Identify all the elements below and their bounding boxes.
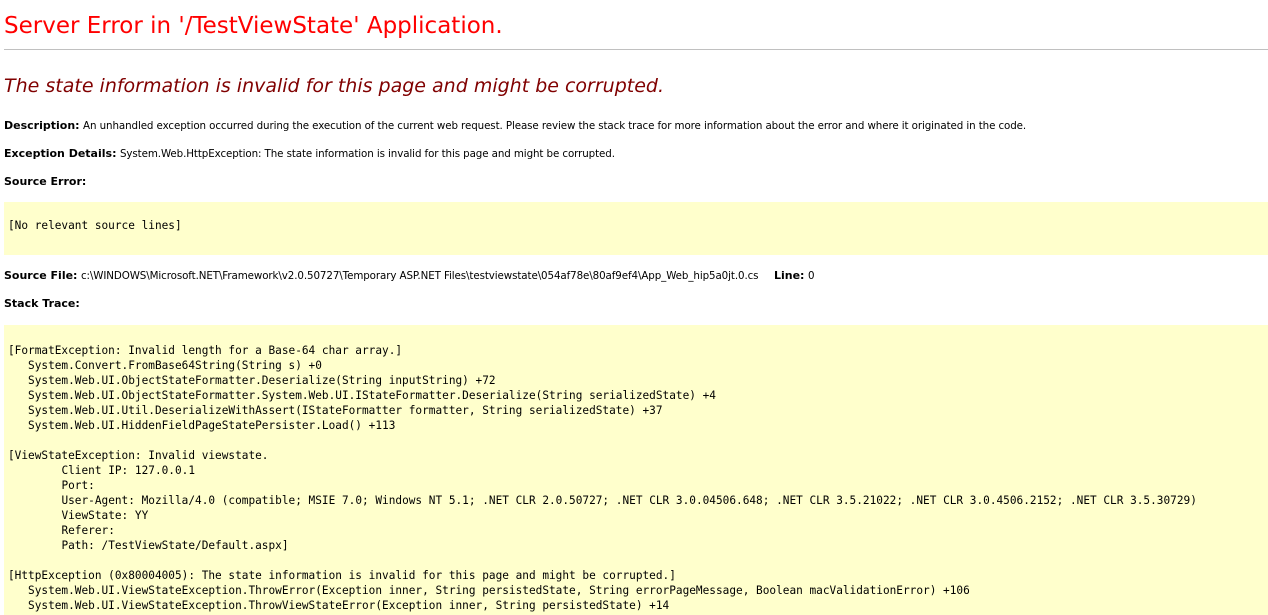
- error-message-heading: The state information is invalid for thi…: [4, 75, 665, 97]
- exception-details-line: Exception Details: System.Web.HttpExcept…: [4, 147, 615, 160]
- source-error-heading: Source Error:: [4, 175, 86, 188]
- stack-line: [ViewStateException: Invalid viewstate.: [8, 449, 269, 462]
- stack-line: System.Convert.FromBase64String(String s…: [8, 359, 322, 372]
- description-line: Description: An unhandled exception occu…: [4, 119, 1026, 132]
- source-error-code: [No relevant source lines]: [8, 219, 182, 232]
- stack-line: Referer:: [8, 524, 122, 537]
- stack-line: System.Web.UI.ViewStateException.ThrowEr…: [8, 584, 970, 597]
- stack-line: System.Web.UI.ViewStateException.ThrowVi…: [8, 599, 670, 612]
- exception-details-text: System.Web.HttpException: The state info…: [119, 148, 615, 160]
- description-label: Description:: [4, 119, 80, 132]
- title-divider: [4, 49, 1268, 50]
- stack-line: User-Agent: Mozilla/4.0 (compatible; MSI…: [8, 494, 1197, 507]
- source-error-label: Source Error:: [4, 175, 87, 188]
- page-title: Server Error in '/TestViewState' Applica…: [4, 13, 503, 39]
- stack-line: ViewState: YY: [8, 509, 149, 522]
- stack-line: System.Web.UI.ObjectStateFormatter.Syste…: [8, 389, 716, 402]
- stack-line: [FormatException: Invalid length for a B…: [8, 344, 403, 357]
- stack-line: System.Web.UI.HiddenFieldPageStatePersis…: [8, 419, 396, 432]
- stack-line: Client IP: 127.0.0.1: [8, 464, 196, 477]
- source-error-box: [No relevant source lines]: [4, 202, 1268, 255]
- exception-details-label: Exception Details:: [4, 147, 117, 160]
- source-file-line: Source File: c:\WINDOWS\Microsoft.NET\Fr…: [4, 269, 814, 282]
- stack-trace-box: [FormatException: Invalid length for a B…: [4, 325, 1268, 615]
- stack-line: Port:: [8, 479, 102, 492]
- stack-line: System.Web.UI.ObjectStateFormatter.Deser…: [8, 374, 496, 387]
- stack-trace-heading: Stack Trace:: [4, 297, 80, 310]
- stack-line: System.Web.UI.Util.DeserializeWithAssert…: [8, 404, 663, 417]
- stack-line: Path: /TestViewState/Default.aspx]: [8, 539, 289, 552]
- stack-trace-label: Stack Trace:: [4, 297, 80, 310]
- line-label: Line:: [773, 269, 805, 282]
- stack-trace-code: [FormatException: Invalid length for a B…: [8, 343, 1197, 613]
- source-file-label: Source File:: [4, 269, 78, 282]
- stack-line: [HttpException (0x80004005): The state i…: [8, 569, 676, 582]
- line-value: 0: [807, 270, 815, 282]
- description-text: An unhandled exception occurred during t…: [83, 120, 1027, 132]
- source-file-path: c:\WINDOWS\Microsoft.NET\Framework\v2.0.…: [80, 270, 759, 282]
